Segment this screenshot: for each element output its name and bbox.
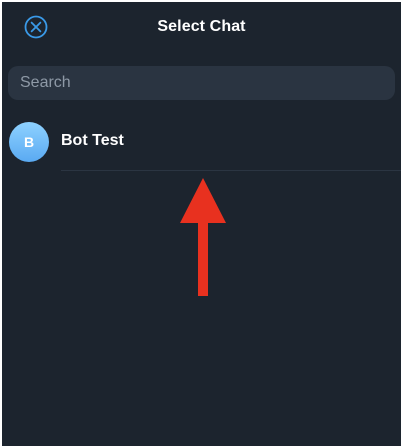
chat-name: Bot Test — [61, 132, 124, 149]
header: Select Chat — [2, 2, 401, 58]
divider — [61, 170, 401, 171]
search-input[interactable] — [8, 66, 395, 100]
page-title: Select Chat — [157, 18, 246, 35]
select-chat-screen: Select Chat B Bot Test — [2, 2, 401, 446]
avatar: B — [9, 122, 49, 162]
search-bar — [8, 66, 395, 100]
chat-list-item[interactable]: B Bot Test — [2, 120, 401, 172]
arrow-up-icon — [180, 178, 226, 296]
annotation-arrow — [180, 178, 226, 298]
